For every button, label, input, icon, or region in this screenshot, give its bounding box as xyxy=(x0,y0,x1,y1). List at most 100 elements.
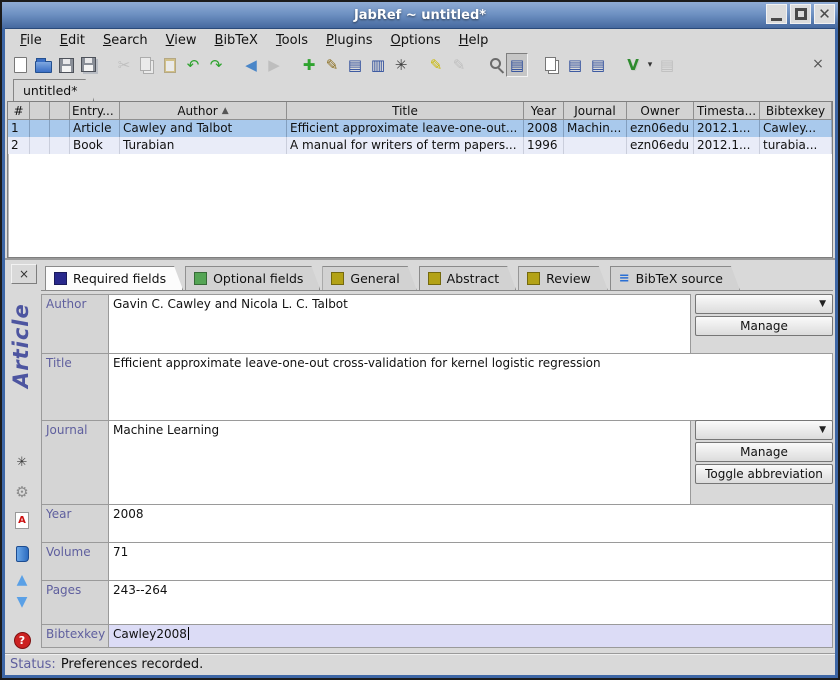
generate-bibtexkey-wand-icon[interactable]: ✳ xyxy=(11,451,33,473)
unmark-entries-icon[interactable]: ✎ xyxy=(448,54,470,76)
cell-owner[interactable]: ezn06edu xyxy=(627,120,694,137)
cell-bibtexkey[interactable]: Cawley... xyxy=(760,120,832,137)
column-header-journal[interactable]: Journal xyxy=(564,102,627,120)
cell-icon2[interactable] xyxy=(50,137,70,154)
journal-manage-button[interactable]: Manage xyxy=(695,442,833,462)
database-tab-untitled[interactable]: untitled* xyxy=(13,79,94,101)
table-row-2[interactable]: 2 Book Turabian A manual for writers of … xyxy=(8,137,832,154)
edit-strings-icon[interactable]: ▤ xyxy=(344,54,366,76)
tab-optional-fields[interactable]: Optional fields xyxy=(185,266,320,290)
column-header-icon2[interactable] xyxy=(50,102,70,120)
undo-icon[interactable]: ↶ xyxy=(182,54,204,76)
cell-icon1[interactable] xyxy=(30,137,50,154)
cell-author[interactable]: Cawley and Talbot xyxy=(120,120,287,137)
tab-required-fields[interactable]: Required fields xyxy=(45,266,183,290)
author-input[interactable]: Gavin C. Cawley and Nicola L. C. Talbot xyxy=(108,294,691,354)
column-header-entrytype[interactable]: Entry... xyxy=(70,102,120,120)
column-header-timestamp[interactable]: Timesta... xyxy=(694,102,760,120)
cell-year[interactable]: 1996 xyxy=(524,137,564,154)
column-header-title[interactable]: Title xyxy=(287,102,524,120)
new-entry-icon[interactable]: ✚ xyxy=(298,54,320,76)
column-header-year[interactable]: Year xyxy=(524,102,564,120)
cell-year[interactable]: 2008 xyxy=(524,120,564,137)
column-header-owner[interactable]: Owner xyxy=(627,102,694,120)
year-input[interactable]: 2008 xyxy=(108,504,833,543)
next-entry-icon[interactable]: ▼ xyxy=(11,591,33,613)
back-icon[interactable]: ◀ xyxy=(240,54,262,76)
table-row-1[interactable]: 1 Article Cawley and Talbot Efficient ap… xyxy=(8,120,832,137)
cell-icon2[interactable] xyxy=(50,120,70,137)
journal-input[interactable]: Machine Learning xyxy=(108,420,691,505)
cell-owner[interactable]: ezn06edu xyxy=(627,137,694,154)
pdf-file-icon[interactable]: A xyxy=(11,509,33,531)
redo-icon[interactable]: ↷ xyxy=(205,54,227,76)
volume-input[interactable]: 71 xyxy=(108,542,833,581)
push-to-lyx-icon[interactable]: V xyxy=(622,54,644,76)
author-manage-button[interactable]: Manage xyxy=(695,316,833,336)
cell-number[interactable]: 2 xyxy=(8,137,30,154)
menu-file[interactable]: File xyxy=(11,31,51,50)
toolbar-close-icon[interactable]: × xyxy=(809,55,827,73)
column-header-author[interactable]: Author ▲ xyxy=(120,102,287,120)
author-dropdown[interactable]: ▼ xyxy=(695,294,833,314)
previous-entry-icon[interactable]: ▲ xyxy=(11,569,33,591)
pages-input[interactable]: 243--264 xyxy=(108,580,833,625)
menu-search[interactable]: Search xyxy=(94,31,157,50)
copy-citation-icon[interactable] xyxy=(541,54,563,76)
tab-abstract[interactable]: Abstract xyxy=(419,266,516,290)
edit-entry-icon[interactable]: ✎ xyxy=(321,54,343,76)
mark-entries-icon[interactable]: ✎ xyxy=(425,54,447,76)
cell-icon1[interactable] xyxy=(30,120,50,137)
open-file-icon[interactable]: ▤ xyxy=(656,54,678,76)
cell-timestamp[interactable]: 2012.1... xyxy=(694,120,760,137)
titlebar[interactable]: JabRef ~ untitled* ✕ xyxy=(2,2,838,28)
tab-general[interactable]: General xyxy=(322,266,416,290)
forward-icon[interactable]: ▶ xyxy=(263,54,285,76)
paste-icon[interactable] xyxy=(159,54,181,76)
column-header-icon1[interactable] xyxy=(30,102,50,120)
cell-entrytype[interactable]: Article xyxy=(70,120,120,137)
push-to-editor-icon[interactable]: ▤ xyxy=(587,54,609,76)
autoset-gear-icon[interactable]: ⚙ xyxy=(11,481,33,503)
menu-help[interactable]: Help xyxy=(450,31,498,50)
open-database-icon[interactable] xyxy=(32,54,54,76)
title-input[interactable]: Efficient approximate leave-one-out cros… xyxy=(108,353,833,421)
menu-options[interactable]: Options xyxy=(382,31,450,50)
cell-journal[interactable]: Machin... xyxy=(564,120,627,137)
column-header-bibtexkey[interactable]: Bibtexkey xyxy=(760,102,832,120)
cell-number[interactable]: 1 xyxy=(8,120,30,137)
save-database-icon[interactable] xyxy=(55,54,77,76)
new-entry-wizard-icon[interactable]: ✳ xyxy=(390,54,412,76)
cell-author[interactable]: Turabian xyxy=(120,137,287,154)
menu-edit[interactable]: Edit xyxy=(51,31,94,50)
toggle-abbreviation-button[interactable]: Toggle abbreviation xyxy=(695,464,833,484)
menu-tools[interactable]: Tools xyxy=(267,31,317,50)
edit-preamble-icon[interactable]: ▥ xyxy=(367,54,389,76)
new-database-icon[interactable] xyxy=(9,54,31,76)
menu-plugins[interactable]: Plugins xyxy=(317,31,382,50)
save-all-databases-icon[interactable] xyxy=(78,54,100,76)
tab-review[interactable]: Review xyxy=(518,266,608,290)
maximize-button[interactable] xyxy=(790,4,811,24)
minimize-button[interactable] xyxy=(766,4,787,24)
menu-bibtex[interactable]: BibTeX xyxy=(206,31,267,50)
cell-title[interactable]: A manual for writers of term papers... xyxy=(287,137,524,154)
cell-title[interactable]: Efficient approximate leave-one-out... xyxy=(287,120,524,137)
open-book-icon[interactable] xyxy=(11,543,33,565)
cell-journal[interactable] xyxy=(564,137,627,154)
bibtexkey-input[interactable]: Cawley2008 xyxy=(108,624,833,648)
cell-bibtexkey[interactable]: turabia... xyxy=(760,137,832,154)
entry-editor-close-button[interactable]: × xyxy=(11,264,37,284)
push-to-application-icon[interactable]: ▤ xyxy=(564,54,586,76)
copy-icon[interactable] xyxy=(136,54,158,76)
cut-icon[interactable]: ✂ xyxy=(113,54,135,76)
push-menu-caret-icon[interactable]: ▾ xyxy=(645,54,655,76)
close-button[interactable]: ✕ xyxy=(814,4,835,24)
menu-view[interactable]: View xyxy=(157,31,206,50)
search-icon[interactable] xyxy=(483,54,505,76)
toggle-entry-preview-icon[interactable]: ▤ xyxy=(506,54,528,76)
column-header-number[interactable]: # xyxy=(8,102,30,120)
cell-timestamp[interactable]: 2012.1... xyxy=(694,137,760,154)
cell-entrytype[interactable]: Book xyxy=(70,137,120,154)
journal-dropdown[interactable]: ▼ xyxy=(695,420,833,440)
